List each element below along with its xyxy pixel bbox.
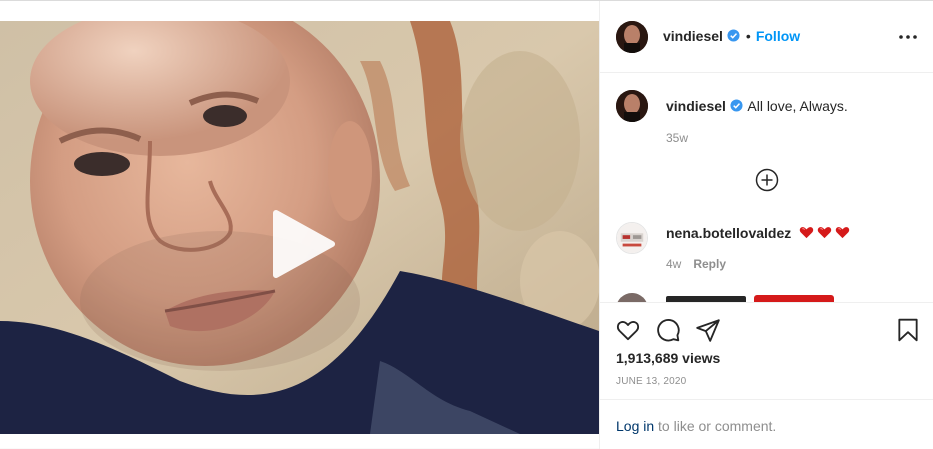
load-more-comments-icon — [755, 168, 779, 192]
verified-icon — [730, 99, 743, 112]
commenter-avatar[interactable] — [616, 222, 648, 254]
caption-text: All love, Always. — [747, 98, 848, 114]
comment-meta: 4w Reply — [666, 257, 726, 271]
video-player[interactable] — [0, 21, 599, 434]
post-date[interactable]: JUNE 13, 2020 — [616, 376, 686, 387]
comment-username[interactable]: nena.botellovaldez — [666, 225, 791, 241]
heart-emoji-icon — [799, 227, 813, 239]
author-avatar[interactable] — [616, 21, 648, 53]
login-link[interactable]: Log in — [616, 418, 654, 434]
caption: vindiesel All love, Always. — [666, 98, 848, 116]
view-count[interactable]: 1,913,689 views — [616, 350, 720, 366]
bookmark-button[interactable] — [895, 317, 921, 343]
header-separator: • — [745, 28, 751, 44]
post-container: vindiesel • Follow vindiesel All love, Alw… — [0, 0, 933, 449]
caption-username[interactable]: vindiesel — [666, 98, 726, 114]
like-button[interactable] — [615, 317, 641, 343]
more-options-button[interactable] — [897, 27, 919, 47]
heart-emoji-icon — [754, 295, 834, 302]
play-button[interactable] — [268, 209, 338, 279]
login-prompt-text: to like or comment. — [658, 418, 777, 434]
login-prompt: Log in to like or comment. — [600, 399, 933, 449]
share-icon — [696, 319, 720, 342]
next-comment-clipped — [616, 291, 916, 302]
heart-emoji-icon — [835, 227, 849, 239]
avatar-image — [617, 223, 647, 253]
verified-icon — [727, 29, 740, 42]
avatar-image — [616, 90, 648, 122]
comment-button[interactable] — [655, 317, 681, 343]
play-icon — [273, 210, 335, 278]
heart-emoji-icon — [817, 227, 831, 239]
caption-avatar[interactable] — [616, 90, 648, 122]
comment-icon — [657, 319, 680, 342]
more-options-icon — [899, 35, 917, 39]
reply-button[interactable]: Reply — [693, 257, 726, 271]
commenter-avatar — [616, 293, 648, 302]
avatar-image — [616, 21, 648, 53]
like-icon — [616, 321, 640, 341]
comment-age: 4w — [666, 257, 682, 271]
header-user-row: vindiesel • Follow — [663, 28, 800, 46]
comment-hearts — [796, 225, 850, 242]
load-more-comments-button[interactable] — [755, 168, 779, 192]
post-actions: 1,913,689 views JUNE 13, 2020 — [600, 302, 933, 399]
caption-age: 35w — [666, 131, 689, 145]
author-username[interactable]: vindiesel — [663, 28, 723, 44]
bookmark-icon — [898, 318, 918, 342]
post-header: vindiesel • Follow — [600, 1, 933, 73]
comment-row: nena.botellovaldez — [666, 225, 850, 243]
post-side-panel: vindiesel • Follow vindiesel All love, Alw… — [599, 1, 933, 449]
follow-button[interactable]: Follow — [756, 28, 800, 44]
share-button[interactable] — [695, 317, 721, 343]
